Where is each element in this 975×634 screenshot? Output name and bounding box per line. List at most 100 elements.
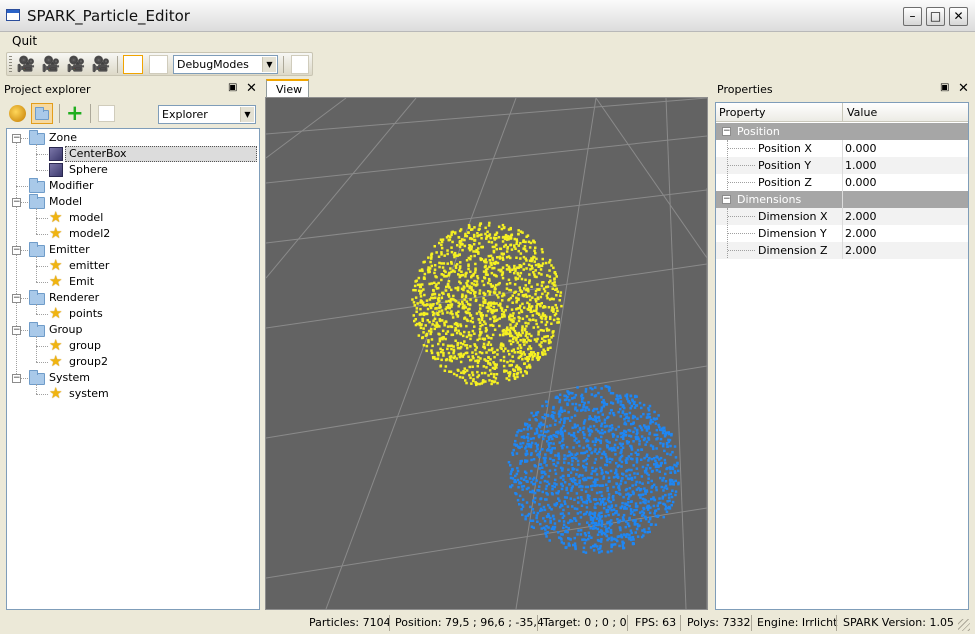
float-panel-icon[interactable]: ▣ bbox=[940, 83, 951, 94]
property-value[interactable]: 1.000 bbox=[845, 157, 877, 174]
camera-icon[interactable]: 🎥 bbox=[40, 54, 62, 74]
toolbar-grip[interactable] bbox=[9, 56, 12, 72]
particle bbox=[548, 469, 552, 472]
particle bbox=[666, 445, 669, 448]
particle bbox=[588, 513, 591, 516]
tab-view[interactable]: View bbox=[266, 79, 309, 98]
particle bbox=[576, 386, 579, 389]
particle bbox=[588, 498, 591, 501]
camera-icon[interactable]: 🎥 bbox=[65, 54, 87, 74]
particle bbox=[493, 355, 496, 359]
chevron-down-icon[interactable]: ▼ bbox=[240, 107, 254, 122]
tree-item[interactable]: CenterBox bbox=[7, 146, 259, 162]
particle bbox=[558, 519, 561, 523]
particle bbox=[655, 455, 658, 458]
particle bbox=[599, 540, 603, 543]
particle bbox=[594, 415, 597, 418]
property-value[interactable]: 2.000 bbox=[845, 225, 877, 242]
add-icon[interactable]: + bbox=[66, 101, 84, 125]
column-header-property[interactable]: Property bbox=[719, 104, 766, 121]
particle bbox=[526, 433, 530, 436]
property-value[interactable]: 2.000 bbox=[845, 242, 877, 259]
particle bbox=[487, 254, 491, 258]
particle bbox=[629, 457, 633, 460]
collapse-icon[interactable]: − bbox=[12, 374, 21, 383]
particle bbox=[464, 379, 467, 382]
debug-modes-select[interactable]: DebugModes ▼ bbox=[173, 55, 278, 74]
3d-viewport[interactable] bbox=[265, 97, 708, 610]
tree-item[interactable]: ★ model2 bbox=[7, 226, 259, 242]
particle bbox=[451, 240, 454, 244]
column-header-value[interactable]: Value bbox=[847, 104, 877, 121]
particle bbox=[502, 349, 505, 353]
tree-folder[interactable]: Model bbox=[7, 194, 259, 210]
particle bbox=[573, 507, 577, 510]
explorer-mode-select[interactable]: Explorer ▼ bbox=[158, 105, 256, 124]
particle bbox=[640, 458, 643, 461]
resize-grip[interactable] bbox=[958, 619, 970, 631]
property-value[interactable]: 0.000 bbox=[845, 174, 877, 191]
particle bbox=[445, 320, 448, 324]
collapse-icon[interactable]: − bbox=[722, 127, 731, 136]
tree-item[interactable]: ★ Emit bbox=[7, 274, 259, 290]
toggle-button-active[interactable] bbox=[123, 55, 143, 74]
particle bbox=[465, 344, 469, 347]
tree-item[interactable]: ★ model bbox=[7, 210, 259, 226]
tree-item[interactable]: ★ points bbox=[7, 306, 259, 322]
menu-quit[interactable]: Quit bbox=[12, 34, 37, 48]
tree-folder[interactable]: Emitter bbox=[7, 242, 259, 258]
particle bbox=[554, 288, 557, 291]
particle bbox=[524, 517, 527, 521]
tree-item[interactable]: ★ emitter bbox=[7, 258, 259, 274]
float-panel-icon[interactable]: ▣ bbox=[228, 83, 239, 94]
maximize-button[interactable]: □ bbox=[926, 7, 945, 26]
particle bbox=[599, 544, 602, 548]
particle bbox=[512, 348, 515, 351]
property-value[interactable]: 2.000 bbox=[845, 208, 877, 225]
tree-item[interactable]: Sphere bbox=[7, 162, 259, 178]
particle bbox=[513, 317, 516, 320]
close-panel-icon[interactable]: ✕ bbox=[246, 82, 257, 95]
particle bbox=[502, 252, 505, 256]
particle bbox=[525, 315, 529, 318]
particle bbox=[622, 437, 625, 440]
collapse-icon[interactable]: − bbox=[722, 195, 731, 204]
collapse-icon[interactable]: − bbox=[12, 198, 21, 207]
chevron-down-icon[interactable]: ▼ bbox=[262, 57, 276, 72]
toggle-button[interactable] bbox=[149, 55, 168, 74]
tree-folder[interactable]: System bbox=[7, 370, 259, 386]
camera-icon[interactable]: 🎥 bbox=[90, 54, 112, 74]
particle bbox=[605, 444, 609, 447]
tree-folder[interactable]: Renderer bbox=[7, 290, 259, 306]
tree-item[interactable]: ★ group2 bbox=[7, 354, 259, 370]
property-group-position[interactable]: − Position bbox=[716, 123, 968, 140]
gear-icon[interactable] bbox=[9, 105, 26, 122]
collapse-icon[interactable]: − bbox=[12, 246, 21, 255]
close-panel-icon[interactable]: ✕ bbox=[958, 82, 969, 95]
particle bbox=[626, 533, 629, 536]
particle bbox=[511, 355, 514, 358]
particle bbox=[566, 454, 569, 458]
particle bbox=[557, 457, 561, 461]
particle bbox=[473, 254, 476, 258]
folder-view-button[interactable] bbox=[31, 103, 53, 124]
particle bbox=[557, 432, 560, 435]
close-window-button[interactable]: ✕ bbox=[949, 7, 968, 26]
tree-folder[interactable]: Zone bbox=[7, 130, 259, 146]
collapse-icon[interactable]: − bbox=[12, 294, 21, 303]
tree-folder[interactable]: Modifier bbox=[7, 178, 259, 194]
tree-folder[interactable]: Group bbox=[7, 322, 259, 338]
particle bbox=[587, 429, 591, 433]
collapse-icon[interactable]: − bbox=[12, 326, 21, 335]
particle bbox=[561, 439, 564, 443]
collapse-icon[interactable]: − bbox=[12, 134, 21, 143]
minimize-button[interactable]: – bbox=[903, 7, 922, 26]
tree-item[interactable]: ★ group bbox=[7, 338, 259, 354]
toolbar-button[interactable] bbox=[98, 105, 115, 122]
particle bbox=[517, 232, 520, 236]
particle bbox=[526, 514, 530, 517]
toolbar-button[interactable] bbox=[291, 55, 309, 74]
property-value[interactable]: 0.000 bbox=[845, 140, 877, 157]
tree-item[interactable]: ★ system bbox=[7, 386, 259, 402]
camera-icon[interactable]: 🎥 bbox=[15, 54, 37, 74]
